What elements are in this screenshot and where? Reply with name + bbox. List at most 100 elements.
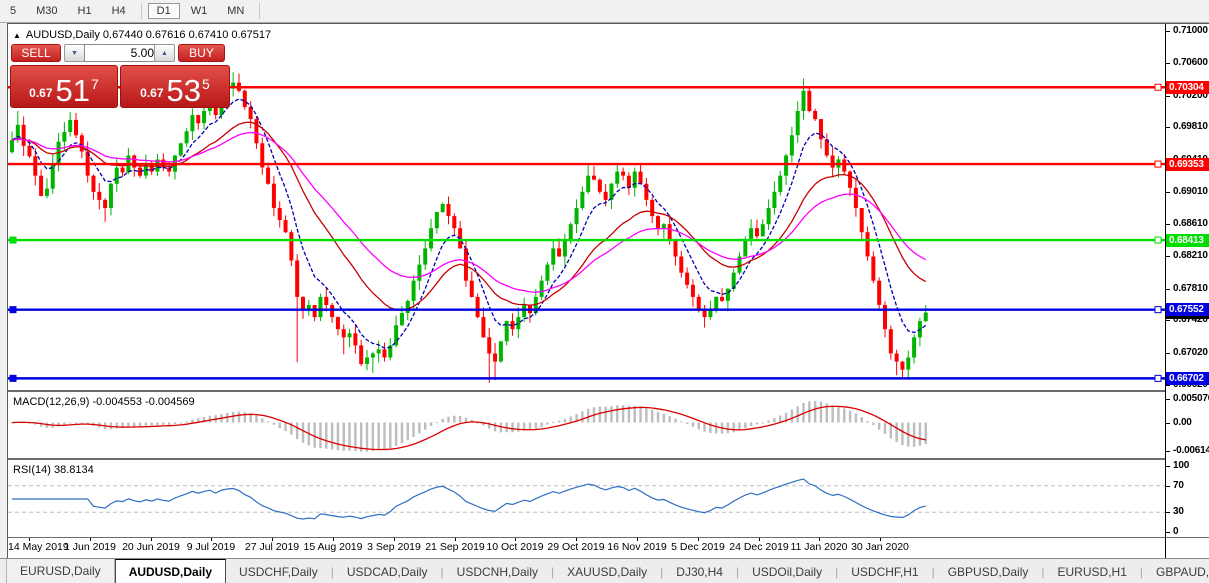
volume-down-button[interactable]: ▼: [64, 44, 85, 62]
subwindow-triangle-icon[interactable]: ▲: [13, 31, 21, 40]
candle-body: [22, 125, 26, 146]
macd-histogram-bar: [919, 423, 921, 446]
tab-usdchf-h1[interactable]: USDCHF,H1: [838, 559, 931, 583]
candle-body: [447, 204, 451, 216]
candle-body: [377, 349, 381, 353]
macd-histogram-bar: [255, 415, 257, 422]
candle-body: [772, 192, 776, 208]
candle-body: [906, 358, 910, 370]
candle-body: [639, 172, 643, 184]
sell-price-box[interactable]: 0.67 51 7: [10, 65, 118, 108]
timeframe-m30[interactable]: M30: [27, 3, 66, 19]
candle-body: [726, 289, 730, 301]
macd-histogram-bar: [494, 423, 496, 432]
candle-body: [516, 317, 520, 329]
candle-body: [848, 172, 852, 188]
macd-histogram-bar: [570, 416, 572, 422]
chart-tab-bar: EURUSD,DailyAUDUSD,DailyUSDCHF,Daily|USD…: [0, 558, 1209, 583]
macd-histogram-bar: [279, 423, 281, 429]
candle-body: [109, 184, 113, 208]
macd-histogram-bar: [156, 423, 158, 426]
tab-audusd-daily[interactable]: AUDUSD,Daily: [115, 559, 226, 583]
candle-body: [313, 305, 317, 317]
date-label: 9 Jul 2019: [187, 541, 235, 553]
candle-body: [900, 362, 904, 370]
chart-ohlc-title: ▲ AUDUSD,Daily 0.67440 0.67616 0.67410 0…: [13, 29, 271, 41]
candle-body: [278, 208, 282, 220]
candle-body: [854, 188, 858, 208]
candle-body: [254, 119, 258, 143]
date-label: 14 May 2019: [8, 541, 69, 553]
macd-histogram-bar: [895, 423, 897, 443]
tab-usdcnh-daily[interactable]: USDCNH,Daily: [444, 559, 551, 583]
macd-histogram-bar: [535, 423, 537, 429]
candle-body: [656, 216, 660, 228]
macd-histogram-bar: [168, 423, 170, 425]
tab-xauusd-daily[interactable]: XAUUSD,Daily: [554, 559, 660, 583]
candle-body: [68, 120, 72, 132]
timeframe-w1[interactable]: W1: [182, 3, 217, 19]
price-axis[interactable]: 0.710000.706000.702000.698100.694100.690…: [1166, 24, 1209, 537]
buy-price-box[interactable]: 0.67 53 5: [120, 65, 230, 108]
sell-price-big: 51: [56, 78, 90, 104]
timeframe-mn[interactable]: MN: [218, 3, 253, 19]
candle-body: [435, 212, 439, 228]
candle-body: [592, 176, 596, 180]
level-price-label: 0.69353: [1166, 158, 1209, 171]
candle-body: [336, 317, 340, 329]
line-handle: [10, 375, 16, 381]
tab-gbpusd-daily[interactable]: GBPUSD,Daily: [935, 559, 1042, 583]
candle-body: [423, 248, 427, 264]
candle-body: [802, 91, 806, 111]
tab-dj30-h4[interactable]: DJ30,H4: [663, 559, 736, 583]
macd-histogram-bar: [238, 412, 240, 423]
candle-body: [39, 176, 43, 196]
buy-price-big: 53: [167, 78, 201, 104]
macd-histogram-bar: [884, 423, 886, 434]
candle-body: [575, 208, 579, 224]
candle-body: [97, 192, 101, 200]
time-axis[interactable]: 14 May 20191 Jun 201920 Jun 20199 Jul 20…: [8, 538, 1165, 557]
rsi-tick: [1166, 532, 1170, 533]
macd-histogram-bar: [651, 410, 653, 423]
timeframe-h1[interactable]: H1: [69, 3, 101, 19]
timeframe-h4[interactable]: H4: [103, 3, 135, 19]
candle-body: [755, 228, 759, 236]
tab-gbpaud-h1[interactable]: GBPAUD,H1: [1143, 559, 1209, 583]
candle-body: [499, 341, 503, 361]
rsi-indicator-pane[interactable]: [8, 460, 1165, 537]
candle-body: [767, 208, 771, 224]
macd-histogram-bar: [797, 406, 799, 422]
macd-histogram-bar: [767, 420, 769, 422]
candle-body: [441, 204, 445, 212]
timeframe-d1[interactable]: D1: [148, 3, 180, 19]
candle-body: [371, 354, 375, 358]
macd-histogram-bar: [343, 423, 345, 451]
volume-input[interactable]: 5.00: [84, 44, 159, 62]
macd-histogram-bar: [820, 402, 822, 423]
candle-body: [668, 224, 672, 240]
macd-histogram-bar: [843, 408, 845, 422]
macd-histogram-bar: [756, 423, 758, 425]
tab-eurusd-daily[interactable]: EURUSD,Daily: [6, 559, 115, 583]
candle-body: [324, 297, 328, 305]
macd-tick-label: 0.005076: [1173, 393, 1209, 404]
timeframe-5[interactable]: 5: [1, 3, 25, 19]
rsi-tick-label: 0: [1173, 526, 1178, 537]
date-label: 30 Jan 2020: [851, 541, 909, 553]
rsi-line: [12, 479, 926, 519]
sell-button[interactable]: SELL: [11, 44, 61, 62]
candle-body: [493, 354, 497, 362]
candle-body: [353, 333, 357, 345]
tab-eurusd-h1[interactable]: EURUSD,H1: [1045, 559, 1140, 583]
buy-button[interactable]: BUY: [178, 44, 225, 62]
volume-up-button[interactable]: ▲: [154, 44, 175, 62]
candle-body: [778, 176, 782, 192]
candle-body: [796, 111, 800, 135]
macd-histogram-bar: [377, 423, 379, 451]
tab-usdcad-daily[interactable]: USDCAD,Daily: [334, 559, 441, 583]
candle-body: [842, 160, 846, 172]
macd-histogram-bar: [604, 407, 606, 423]
tab-usdchf-daily[interactable]: USDCHF,Daily: [226, 559, 331, 583]
tab-usdoil-daily[interactable]: USDOil,Daily: [739, 559, 835, 583]
